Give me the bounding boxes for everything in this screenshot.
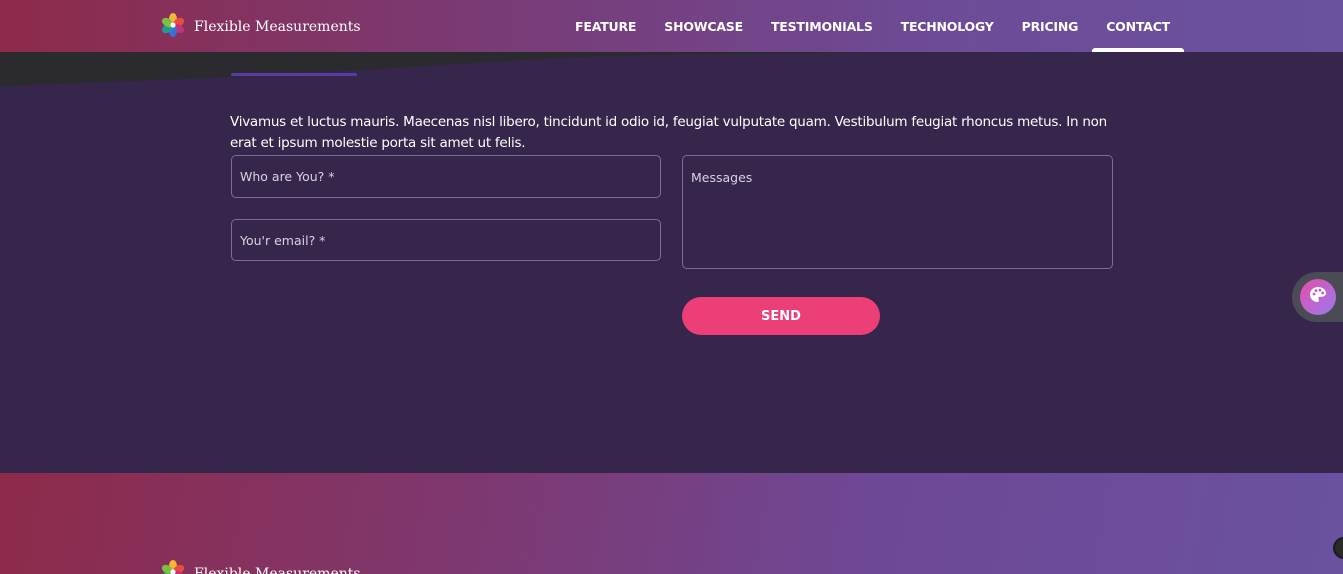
- flower-logo-icon: [160, 12, 186, 42]
- flower-logo-icon: [160, 559, 186, 574]
- footer-brand[interactable]: Flexible Measurements: [160, 559, 361, 574]
- nav-menu: FEATURE SHOWCASE TESTIMONIALS TECHNOLOGY…: [561, 0, 1184, 52]
- footer: Flexible Measurements: [0, 473, 1343, 574]
- contact-intro-text: Vivamus et luctus mauris. Maecenas nisl …: [230, 113, 1107, 151]
- theme-switcher-button[interactable]: [1300, 279, 1336, 315]
- name-input[interactable]: [231, 155, 661, 198]
- theme-switcher[interactable]: [1292, 272, 1343, 322]
- section-title-underline: [231, 73, 357, 76]
- nav-item-pricing[interactable]: PRICING: [1008, 0, 1093, 52]
- page: Flexible Measurements FEATURE SHOWCASE T…: [0, 0, 1343, 574]
- email-input[interactable]: [231, 219, 661, 261]
- top-navbar: Flexible Measurements FEATURE SHOWCASE T…: [0, 0, 1343, 52]
- nav-item-technology[interactable]: TECHNOLOGY: [887, 0, 1008, 52]
- send-button[interactable]: SEND: [682, 297, 880, 335]
- header-swoosh: [0, 52, 1343, 86]
- brand[interactable]: Flexible Measurements: [160, 13, 361, 41]
- brand-name: Flexible Measurements: [194, 19, 361, 35]
- scroll-top-button[interactable]: [1333, 537, 1343, 559]
- nav-item-testimonials[interactable]: TESTIMONIALS: [757, 0, 887, 52]
- footer-brand-name: Flexible Measurements: [194, 566, 361, 574]
- nav-item-feature[interactable]: FEATURE: [561, 0, 650, 52]
- message-textarea[interactable]: [682, 155, 1113, 269]
- nav-item-showcase[interactable]: SHOWCASE: [650, 0, 757, 52]
- palette-icon: [1308, 285, 1328, 309]
- nav-item-contact[interactable]: CONTACT: [1092, 0, 1184, 52]
